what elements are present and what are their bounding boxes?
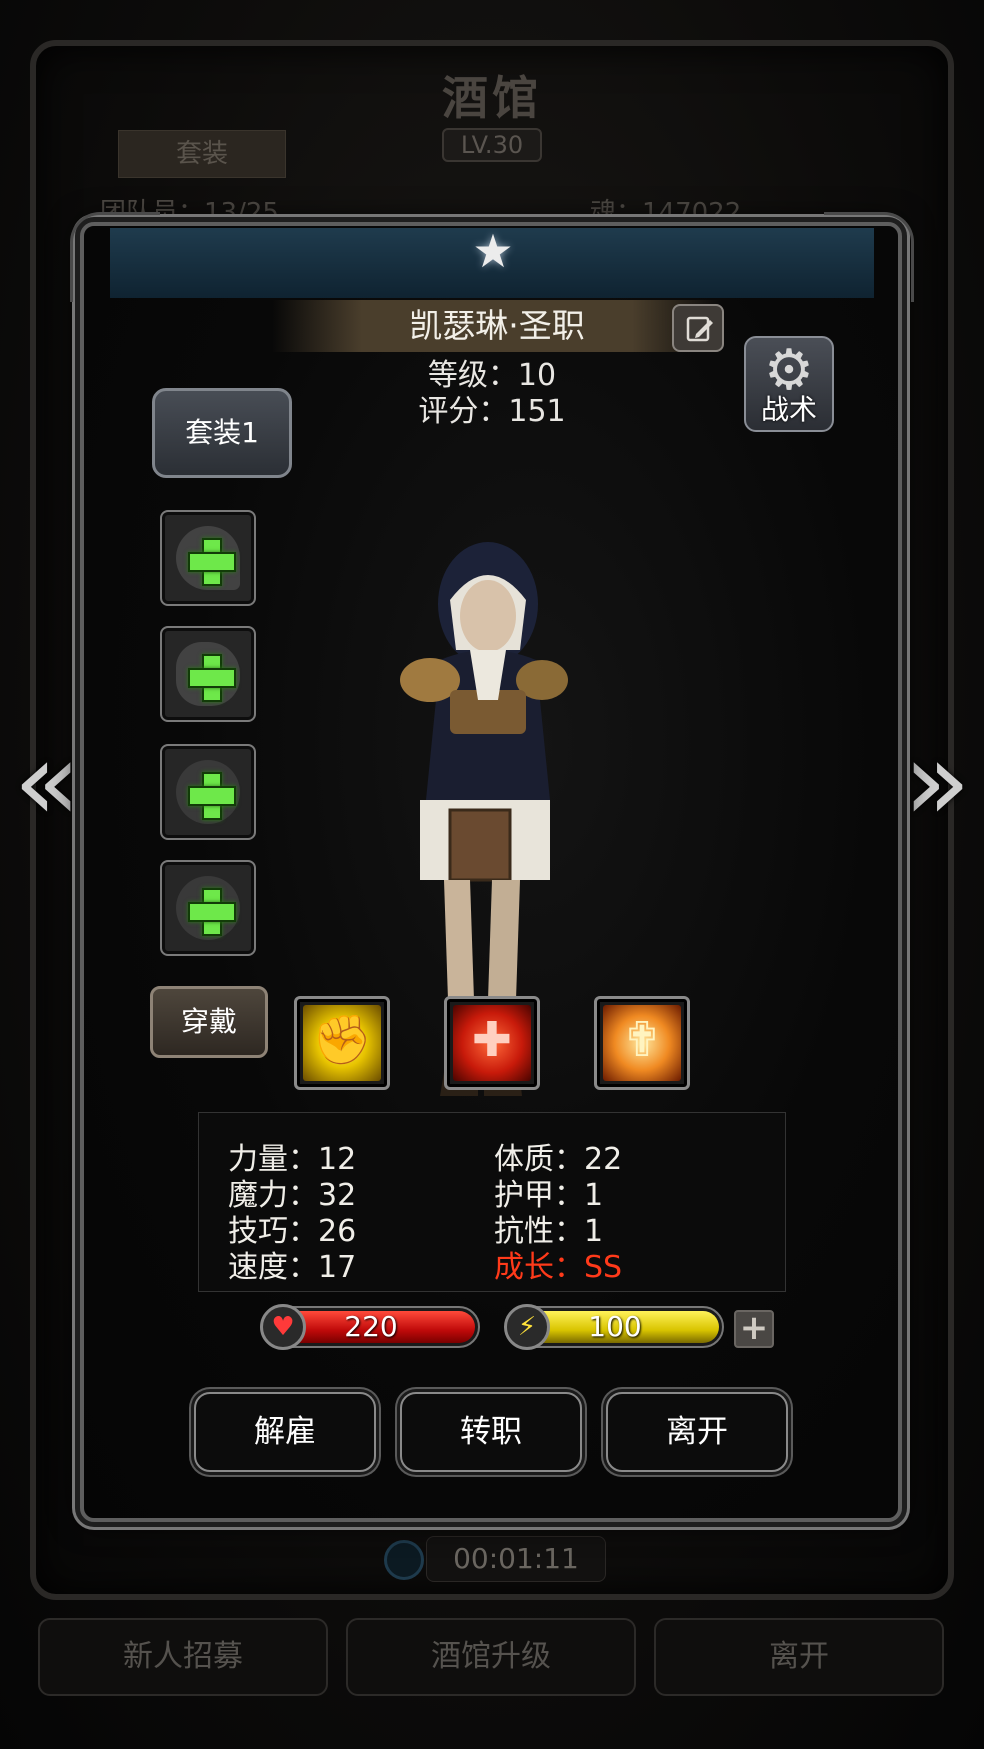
tavern-title: 酒馆 <box>442 71 542 125</box>
add-icon <box>188 772 236 820</box>
hero-name: 凯瑟琳·圣职 <box>272 300 722 352</box>
pencil-icon <box>686 316 713 342</box>
set-select-button[interactable]: 套装1 <box>152 388 292 478</box>
leave-button[interactable]: 离开 <box>606 1392 788 1472</box>
equipment-slot-weapon[interactable] <box>160 510 256 606</box>
heart-icon: ♥ <box>260 1304 306 1350</box>
energy-bar: 100 ⚡ <box>504 1304 724 1350</box>
corner-ornament <box>70 212 160 302</box>
tavern-timer: 00:01:11 <box>426 1536 606 1582</box>
prev-hero-arrow[interactable]: « <box>12 726 82 836</box>
add-icon <box>188 538 236 586</box>
hp-bar: 220 ♥ <box>260 1304 480 1350</box>
energy-add-button[interactable]: + <box>734 1310 774 1348</box>
recruit-button: 新人招募 <box>38 1618 328 1696</box>
skill-slot[interactable]: ✟ <box>594 996 690 1090</box>
hero-score: 评分：151 <box>418 394 566 429</box>
tavern-level-badge: LV.30 <box>442 128 542 162</box>
add-icon <box>188 654 236 702</box>
star-icon: ★ <box>472 224 514 278</box>
equip-button[interactable]: 穿戴 <box>150 986 268 1058</box>
tactics-button[interactable]: ⚙ 战术 <box>744 336 834 432</box>
stat-growth: 成长：SS <box>494 1250 623 1285</box>
skill-slot[interactable]: ✚ <box>444 996 540 1090</box>
dismiss-button[interactable]: 解雇 <box>194 1392 376 1472</box>
job-change-button[interactable]: 转职 <box>400 1392 582 1472</box>
rename-button[interactable] <box>672 304 724 352</box>
equipment-slot-accessory-1[interactable] <box>160 744 256 840</box>
corner-ornament <box>824 212 914 302</box>
tavern-tab-set: 套装 <box>118 130 286 178</box>
add-icon <box>188 888 236 936</box>
shield-cross-icon: ✟ <box>621 1012 663 1068</box>
tactics-label: 战术 <box>760 393 817 426</box>
equipment-slot-armor[interactable] <box>160 626 256 722</box>
cross-icon: ✚ <box>471 1012 513 1068</box>
equipment-slot-accessory-2[interactable] <box>160 860 256 956</box>
fist-icon: ✊ <box>312 1012 372 1068</box>
tavern-leave-button: 离开 <box>654 1618 944 1696</box>
stat-speed: 速度：17 <box>228 1250 357 1285</box>
lightning-icon: ⚡ <box>504 1304 550 1350</box>
skill-slot[interactable]: ✊ <box>294 996 390 1090</box>
tavern-upgrade-button: 酒馆升级 <box>346 1618 636 1696</box>
timer-icon <box>384 1540 424 1580</box>
next-hero-arrow[interactable]: » <box>902 726 972 836</box>
